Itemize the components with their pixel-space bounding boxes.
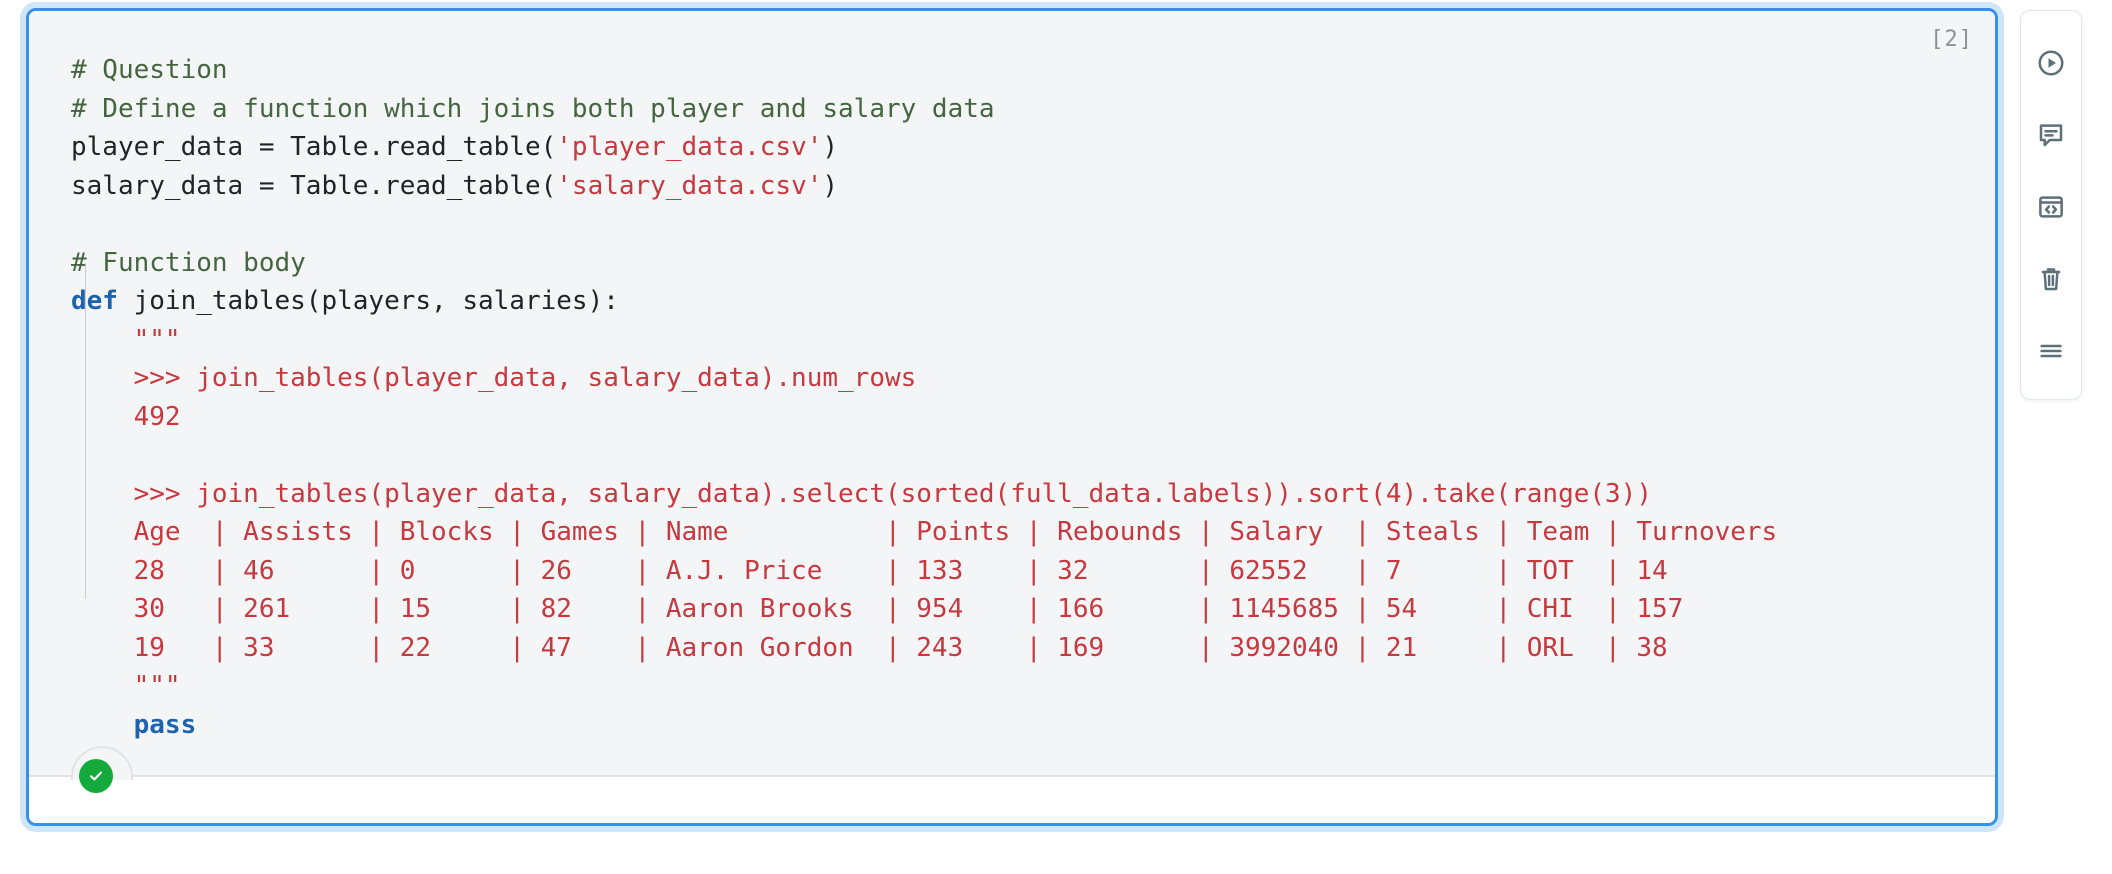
- code-token: ): [822, 170, 839, 201]
- code-token: pass: [133, 709, 197, 740]
- execution-count: [2]: [1930, 27, 1973, 52]
- code-line: 30 | 261 | 15 | 82 | Aaron Brooks | 954 …: [71, 590, 1975, 629]
- code-line: >>> join_tables(player_data, salary_data…: [71, 475, 1975, 514]
- cell-toolbar: [2020, 10, 2082, 400]
- check-icon: [89, 771, 103, 781]
- trash-icon: [2041, 268, 2061, 291]
- code-token: salary_data = Table.read_table(: [71, 170, 557, 201]
- code-line: salary_data = Table.read_table('salary_d…: [71, 167, 1975, 206]
- code-token: >>> join_tables(player_data, salary_data…: [71, 363, 917, 393]
- code-token: 492: [71, 401, 181, 432]
- code-token: 19 | 33 | 22 | 47 | Aaron Gordon | 243 |…: [71, 632, 1668, 663]
- code-token: """: [71, 671, 181, 701]
- code-line: player_data = Table.read_table('player_d…: [71, 128, 1975, 167]
- code-token: >>> join_tables(player_data, salary_data…: [71, 478, 1652, 509]
- code-line: 19 | 33 | 22 | 47 | Aaron Gordon | 243 |…: [71, 629, 1975, 668]
- code-line: def join_tables(players, salaries):: [71, 282, 1975, 321]
- code-line: Age | Assists | Blocks | Games | Name | …: [71, 513, 1975, 552]
- code-line: >>> join_tables(player_data, salary_data…: [71, 359, 1975, 398]
- code-token: def: [71, 286, 118, 316]
- code-line: pass: [71, 706, 1975, 745]
- code-token: 28 | 46 | 0 | 26 | A.J. Price | 133 | 32…: [71, 555, 1668, 586]
- code-window-icon: [2039, 196, 2063, 218]
- code-token: # Define a function which joins both pla…: [71, 93, 995, 124]
- code-token: # Function body: [71, 247, 306, 278]
- run-cell-button[interactable]: [2025, 27, 2077, 99]
- code-line: """: [71, 667, 1975, 706]
- code-token: join_tables(players, salaries):: [117, 286, 619, 316]
- code-cell-inner: [2] # Question # Define a function which …: [29, 11, 1995, 823]
- code-token: 'salary_data.csv': [556, 170, 823, 201]
- comment-icon: [2039, 124, 2063, 147]
- menu-icon: [2040, 344, 2062, 358]
- play-circle-icon: [2038, 50, 2064, 76]
- code-line: 28 | 46 | 0 | 26 | A.J. Price | 133 | 32…: [71, 552, 1975, 591]
- code-line: # Function body: [71, 244, 1975, 283]
- code-token: 30 | 261 | 15 | 82 | Aaron Brooks | 954 …: [71, 594, 1684, 624]
- code-token: player_data = Table.read_table(: [71, 132, 557, 162]
- code-token: """: [71, 324, 181, 355]
- delete-cell-button[interactable]: [2025, 243, 2077, 315]
- code-text[interactable]: # Question # Define a function which join…: [71, 51, 1975, 744]
- code-editor[interactable]: [2] # Question # Define a function which …: [29, 11, 1995, 780]
- status-badge[interactable]: [79, 759, 113, 793]
- code-line: 492: [71, 398, 1975, 437]
- code-token: ): [822, 132, 839, 162]
- code-cell[interactable]: [2] # Question # Define a function which …: [26, 8, 1998, 826]
- code-line: """: [71, 321, 1975, 360]
- view-code-button[interactable]: [2025, 171, 2077, 243]
- code-token: 'player_data.csv': [556, 132, 823, 162]
- code-line: # Question: [71, 51, 1975, 90]
- code-token: # Question: [71, 55, 228, 85]
- notebook-page: [2] # Question # Define a function which …: [0, 0, 2112, 874]
- comment-button[interactable]: [2025, 99, 2077, 171]
- more-options-button[interactable]: [2025, 315, 2077, 387]
- code-token: Age | Assists | Blocks | Games | Name | …: [71, 517, 1778, 547]
- code-line: # Define a function which joins both pla…: [71, 90, 1975, 129]
